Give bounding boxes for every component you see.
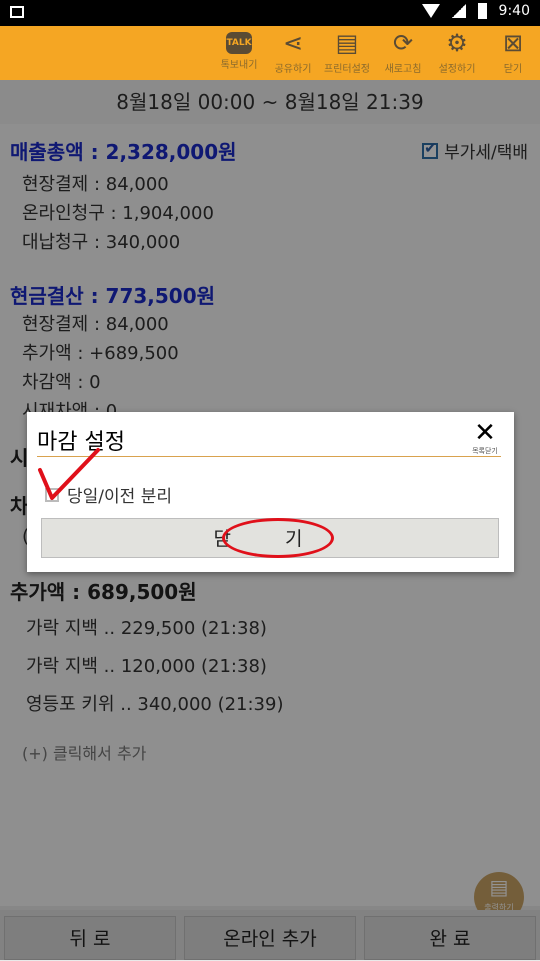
gear-icon: ⚙: [446, 29, 468, 57]
share-icon: ⋖: [282, 29, 304, 57]
printer-settings-button[interactable]: ▤ 프린터설정: [320, 28, 374, 80]
talk-send-button[interactable]: TALK 톡보내기: [212, 28, 266, 80]
wifi-icon: [421, 4, 440, 18]
dialog-close-button[interactable]: ✕ 목록닫기: [470, 420, 500, 456]
annotation-oval: [222, 518, 334, 558]
printer-icon: ▤: [335, 29, 359, 57]
battery-icon: [477, 3, 487, 19]
share-button[interactable]: ⋖ 공유하기: [266, 28, 320, 80]
settings-button[interactable]: ⚙ 설정하기: [430, 28, 484, 80]
image-notification-icon: [10, 6, 24, 18]
status-time: 9:40: [498, 3, 530, 19]
dialog-divider: [37, 456, 501, 457]
top-toolbar: TALK 톡보내기 ⋖ 공유하기 ▤ 프린터설정 ⟳ 새로고침 ⚙ 설정하기 ⊠…: [0, 26, 540, 80]
status-icons: 9:40: [421, 3, 530, 19]
refresh-icon: ⟳: [392, 29, 414, 57]
close-icon: ✕: [474, 418, 496, 448]
talk-icon: TALK: [226, 32, 252, 54]
close-window-icon: ⊠: [502, 29, 524, 57]
close-window-button[interactable]: ⊠ 닫기: [486, 28, 540, 80]
refresh-button[interactable]: ⟳ 새로고침: [376, 28, 430, 80]
annotation-checkmark: [38, 448, 100, 500]
signal-icon: [451, 4, 466, 18]
status-bar: 9:40: [0, 0, 540, 26]
